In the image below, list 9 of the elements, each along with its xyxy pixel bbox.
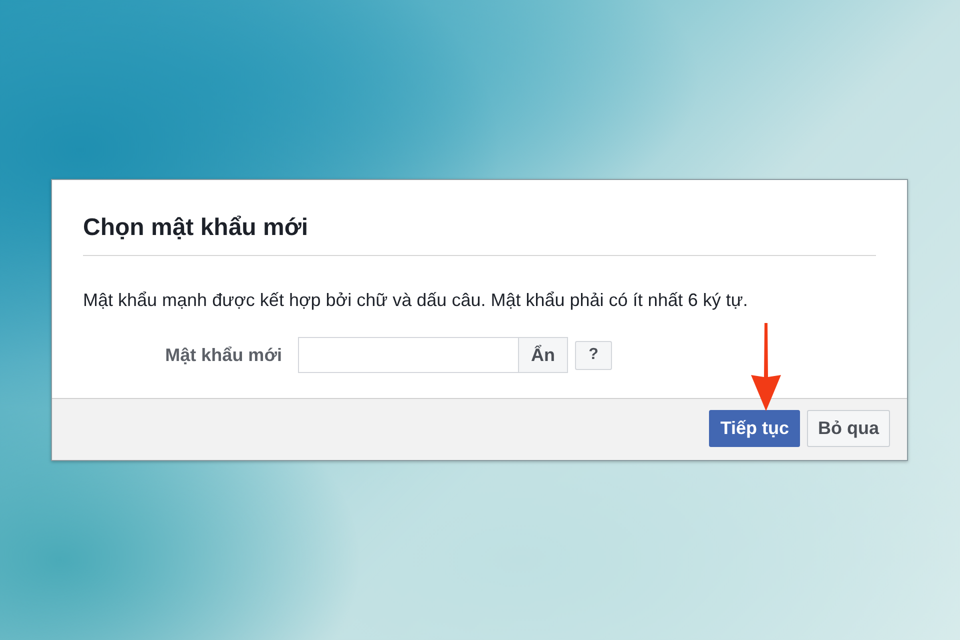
arrow-icon — [749, 323, 783, 411]
dialog-title: Chọn mật khẩu mới — [83, 213, 310, 243]
continue-button[interactable]: Tiếp tục — [709, 410, 800, 446]
skip-button[interactable]: Bỏ qua — [807, 410, 890, 446]
help-button[interactable]: ? — [575, 340, 612, 370]
password-input[interactable] — [298, 337, 518, 373]
field-label: Mật khẩu mới — [164, 344, 282, 366]
description-text: Mật khẩu mạnh được kết hợp bởi chữ và dấu câu. Mật khẩu phải có ít nhất 6 ký tự. — [83, 289, 749, 311]
hide-button[interactable]: Ẩn — [518, 337, 568, 373]
